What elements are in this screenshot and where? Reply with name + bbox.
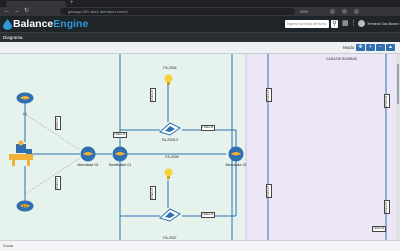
diagram-toolbar: Modo ✥ + − ▲ (0, 42, 400, 54)
distributor-01-icon[interactable] (112, 146, 128, 162)
node-label-l1: L1 (23, 112, 27, 116)
edge-label[interactable]: LINEA-01 (55, 176, 61, 190)
grid-menu-icon[interactable]: ▦ (342, 20, 349, 28)
edge-label[interactable]: LINEA-01 (150, 88, 156, 102)
date-search-input[interactable]: Ingrese la fecha del turno (285, 20, 329, 28)
lamp-fa2006-icon[interactable] (164, 168, 173, 180)
app-logo[interactable]: Balance Engine (3, 18, 88, 30)
zoom-out-button[interactable]: − (376, 44, 385, 51)
browser-tab-strip: + (0, 0, 400, 7)
node-label-fa2004: FA-2004 (163, 66, 177, 70)
mixer-02-icon[interactable] (228, 146, 244, 162)
scrollbar-thumb[interactable] (397, 64, 399, 104)
user-name[interactable]: Terminal Gas Boxed (367, 20, 399, 28)
zoom-in-button[interactable]: + (366, 44, 375, 51)
edge-label[interactable]: LINEA-01 (201, 212, 215, 218)
edge-label[interactable]: LINEA-01 (113, 132, 127, 138)
edge-label[interactable]: LINEA-01 (150, 186, 156, 200)
mixer-01-icon[interactable] (80, 146, 96, 162)
forward-icon[interactable]: → (14, 7, 20, 16)
app-name-part1: Balance (13, 18, 54, 30)
node-label-distributor-01: Distribuidor 01 (108, 163, 132, 167)
edge-label[interactable]: LINEA-01 (384, 94, 390, 108)
edge-label[interactable]: LINEA-01 (55, 116, 61, 130)
mode-label[interactable]: Modo (343, 42, 354, 53)
lamp-fa2004-icon[interactable] (164, 74, 173, 86)
url-field[interactable]: gasapp-001-site1.atempuri.com/# (60, 8, 295, 15)
node-label-mixer-01: Mezclador 01 (77, 163, 99, 167)
node-label-fa-mid: FA-2006 (165, 155, 179, 159)
page-title: Diagrama (3, 35, 23, 40)
tank-l1-icon[interactable] (16, 92, 34, 104)
edge-label[interactable]: LINEA-01 (266, 88, 272, 102)
node-label-l2: L2 (23, 204, 27, 208)
app-name-part2: Engine (53, 18, 89, 30)
canvas-scrollbar[interactable] (396, 54, 400, 240)
pump-fa2005-icon[interactable] (158, 120, 182, 136)
drop-logo-icon (3, 18, 12, 30)
search-icon[interactable]: ⚲ (331, 20, 338, 28)
pump-fa2007-icon[interactable] (158, 206, 182, 222)
browser-zoom[interactable]: 90% (300, 7, 308, 16)
app-header: Balance Engine Ingrese la fecha del turno… (0, 16, 400, 32)
edge-label[interactable]: LINEA-01 (201, 125, 215, 131)
zone-label: CASA DE BOMBAS (326, 57, 358, 61)
diagram-canvas[interactable]: CASA DE BOMBAS L1 L2 Mezclador 01 Distri… (0, 54, 400, 240)
edge-label[interactable]: LINEA-01 (266, 184, 272, 198)
reload-icon[interactable]: ↻ (24, 7, 29, 16)
back-icon[interactable]: ← (4, 7, 10, 16)
status-footer: Zoom (0, 240, 400, 251)
page-title-bar: Diagrama (0, 32, 400, 42)
more-menu-icon[interactable]: ⋮ (350, 20, 357, 28)
extension-icon[interactable] (330, 9, 335, 14)
node-label-mixer-02: Mezclador 02 (225, 163, 247, 167)
edge-label[interactable]: LINEA-01 (372, 226, 386, 232)
browser-address-bar: ← → ↻ gasapp-001-site1.atempuri.com/# 90… (0, 7, 400, 16)
edge-label[interactable]: LINEA-01 (384, 200, 390, 214)
extension-icon[interactable] (342, 9, 347, 14)
node-label-fa2005: FA-2005-2 (161, 138, 179, 142)
diagram-background (0, 54, 396, 240)
profile-icon[interactable] (354, 9, 359, 14)
settings-button[interactable]: ▲ (386, 44, 395, 51)
avatar[interactable] (358, 20, 365, 27)
plant-station-icon[interactable] (6, 140, 36, 166)
expand-button[interactable]: ✥ (356, 44, 365, 51)
new-tab-icon[interactable]: + (70, 0, 74, 7)
